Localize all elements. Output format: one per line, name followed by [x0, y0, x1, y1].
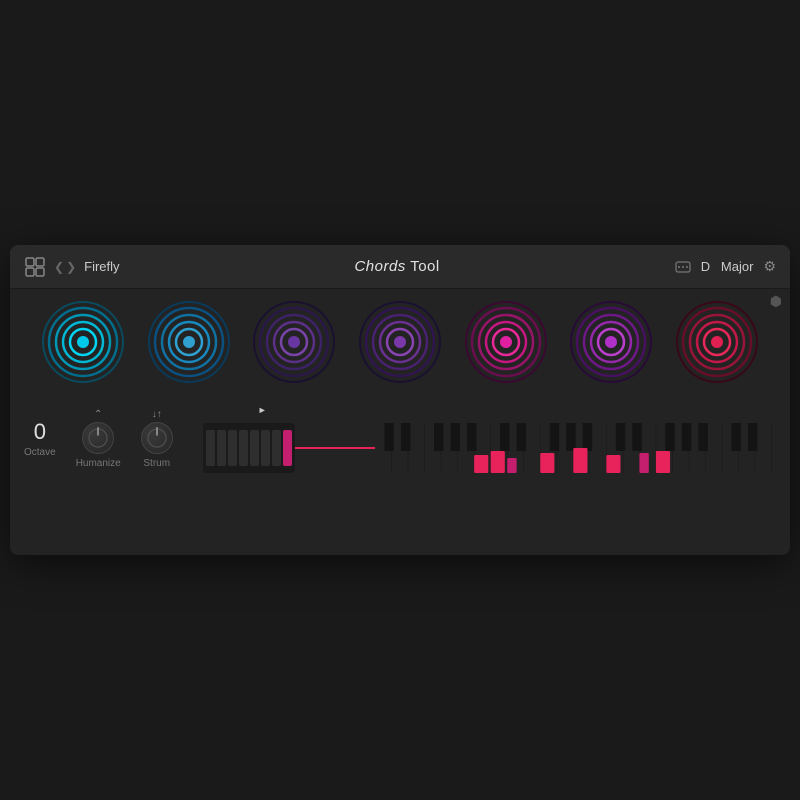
pattern-block [272, 430, 281, 466]
bottom-bar: 0 Octave ⌃ Humanize ↓↑ Strum [10, 399, 790, 483]
humanize-knob[interactable] [82, 422, 114, 454]
settings-icon[interactable]: ⚙ [763, 258, 776, 275]
chord-circle-3[interactable] [249, 297, 339, 387]
header-left: ❮ ❯ Firefly [24, 256, 120, 278]
key-display: D Major [701, 259, 754, 274]
pattern-block [239, 430, 248, 466]
header-bar: ❮ ❯ Firefly Chords Tool D Major [10, 245, 790, 289]
humanize-label: Humanize [76, 458, 121, 469]
logo-icon [24, 256, 46, 278]
humanize-control: ⌃ Humanize [76, 410, 121, 469]
chord-circle-5[interactable] [461, 297, 551, 387]
nav-back[interactable]: ❮ [54, 260, 64, 274]
header-right: D Major ⚙ [675, 258, 776, 275]
playhead-connector [295, 447, 375, 449]
midi-icon [675, 261, 691, 273]
play-button[interactable]: ► [258, 405, 267, 415]
pattern-blocks [203, 423, 295, 473]
pattern-block [228, 430, 237, 466]
pattern-block [250, 430, 259, 466]
plugin-title-chords: Chords [354, 258, 405, 275]
strum-knob[interactable] [141, 422, 173, 454]
strum-arrows-icon: ↓↑ [152, 409, 162, 420]
key-scale: Major [721, 259, 754, 274]
key-note: D [701, 259, 710, 274]
piano-roll-area: ► [203, 405, 776, 473]
chord-circle-6[interactable] [566, 297, 656, 387]
preset-name[interactable]: Firefly [84, 259, 119, 274]
pattern-block-active [283, 430, 292, 466]
plugin-window: ❮ ❯ Firefly Chords Tool D Major [10, 245, 790, 555]
chord-circle-4[interactable] [355, 297, 445, 387]
chord-circle-2[interactable] [144, 297, 234, 387]
pattern-block [206, 430, 215, 466]
strum-control: ↓↑ Strum [141, 409, 173, 469]
mini-keyboard: keys [375, 423, 776, 473]
pattern-block [261, 430, 270, 466]
circles-row: ⬢ [10, 289, 790, 399]
octave-value: 0 [34, 421, 46, 443]
move-icon[interactable]: ⬢ [770, 293, 782, 310]
octave-label: Octave [24, 447, 56, 458]
octave-control: 0 Octave [24, 421, 56, 458]
pattern-block [217, 430, 226, 466]
nav-arrows[interactable]: ❮ ❯ [54, 260, 76, 274]
chord-circle-7[interactable] [672, 297, 762, 387]
chord-circle-1[interactable] [38, 297, 128, 387]
header-center: Chords Tool [120, 258, 675, 275]
plugin-title: Chords Tool [354, 258, 439, 275]
nav-forward[interactable]: ❯ [66, 260, 76, 274]
chevron-up-icon: ⌃ [94, 410, 102, 420]
strum-label: Strum [143, 458, 170, 469]
plugin-title-tool: Tool [406, 258, 440, 275]
